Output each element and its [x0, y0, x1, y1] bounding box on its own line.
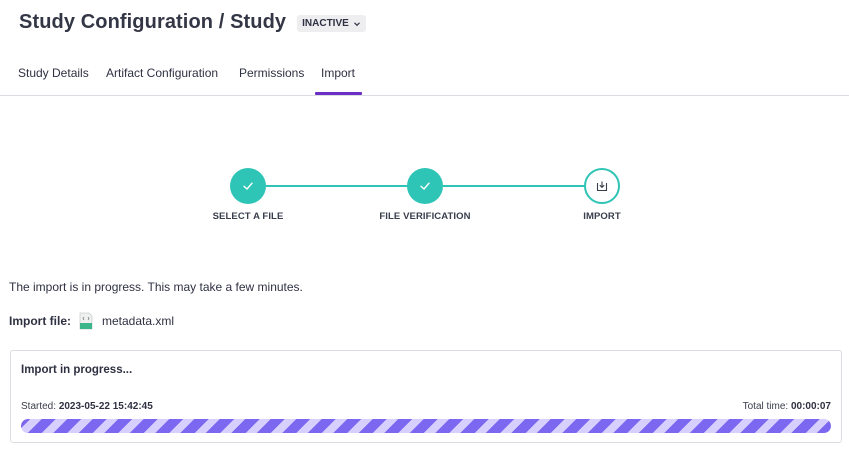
tab-study-details[interactable]: Study Details [18, 66, 89, 80]
total-label: Total time: [742, 401, 789, 412]
tab-bar: Study Details Artifact Configuration Per… [0, 58, 849, 96]
import-file-name: metadata.xml [102, 314, 175, 328]
import-stepper: SELECT A FILE FILE VERIFICATION IMPORT [0, 165, 849, 235]
download-tray-icon [596, 181, 608, 192]
tab-permissions[interactable]: Permissions [239, 66, 304, 80]
import-file-row: Import file: metadata.xml [9, 312, 174, 330]
started-value: 2023-05-22 15:42:45 [58, 401, 153, 412]
progress-title: Import in progress... [21, 364, 133, 376]
step-label-select-file: SELECT A FILE [212, 211, 284, 222]
progress-bar-fill [21, 419, 831, 433]
page-header: Study Configuration / Study INACTIVE [19, 11, 366, 34]
step-label-file-verification: FILE VERIFICATION [379, 211, 471, 222]
tab-artifact-configuration[interactable]: Artifact Configuration [106, 66, 218, 80]
chevron-down-icon [353, 21, 360, 26]
started-label: Started: [21, 401, 57, 412]
import-status-message: The import is in progress. This may take… [9, 280, 303, 294]
total-value: 00:00:07 [790, 401, 831, 412]
total-time: Total time: 00:00:07 [743, 401, 831, 412]
status-dropdown[interactable]: INACTIVE [297, 15, 366, 32]
step-connector [266, 185, 408, 187]
import-file-label: Import file: [9, 314, 71, 328]
page-title: Study Configuration / Study [19, 11, 287, 33]
status-label: INACTIVE [302, 18, 349, 29]
step-connector [443, 185, 585, 187]
import-progress-panel: Import in progress... Started: 2023-05-2… [10, 350, 842, 443]
tab-import[interactable]: Import [321, 66, 355, 80]
step-file-verification-circle [407, 168, 443, 204]
check-icon [420, 182, 430, 190]
xml-file-icon [79, 312, 93, 330]
step-label-import: IMPORT [583, 211, 621, 222]
check-icon [243, 182, 253, 190]
step-select-file-circle [230, 168, 266, 204]
step-import-circle [584, 168, 620, 204]
active-tab-indicator [315, 92, 362, 95]
started-time: Started: 2023-05-22 15:42:45 [21, 401, 153, 412]
progress-bar [21, 419, 831, 433]
